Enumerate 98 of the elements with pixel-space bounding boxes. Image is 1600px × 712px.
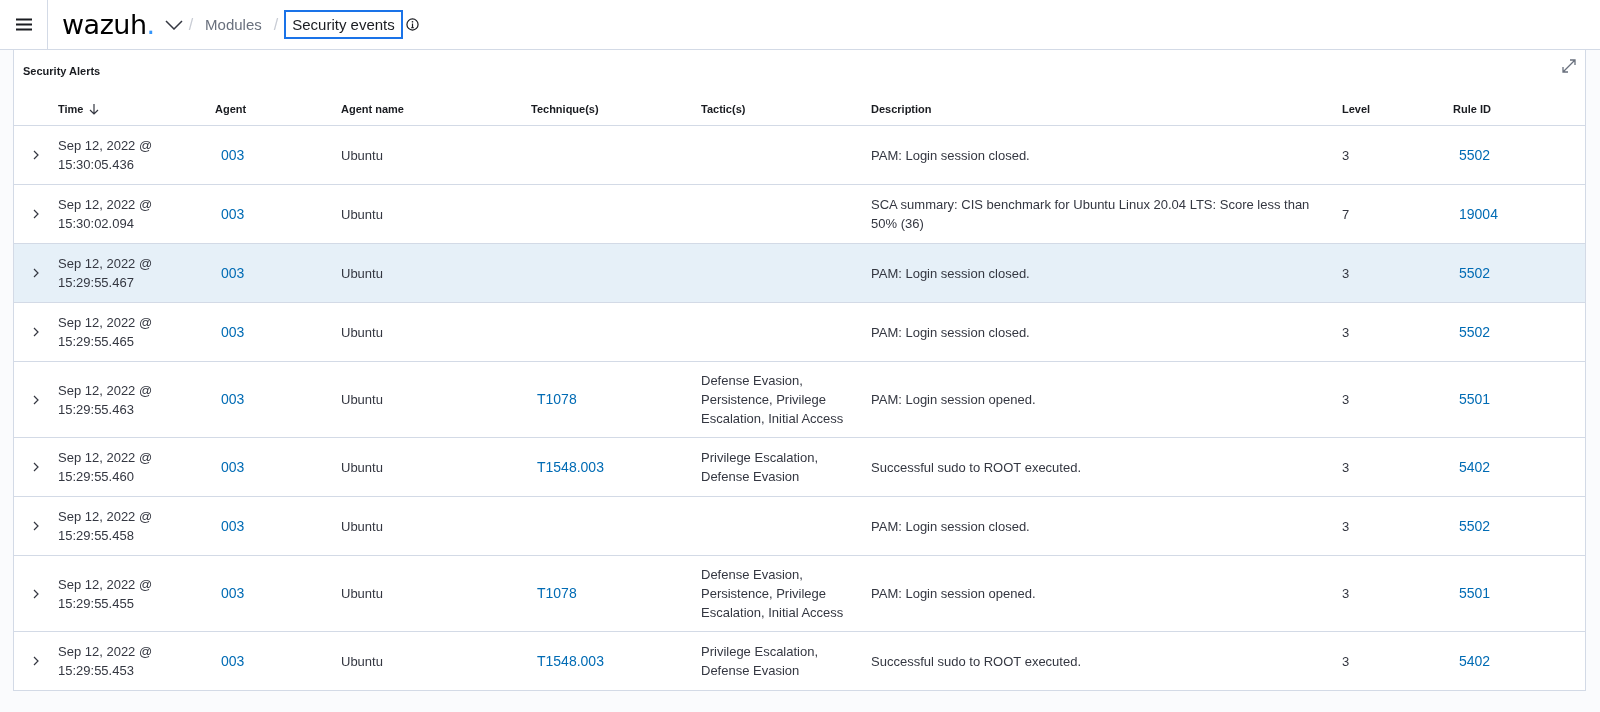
table-row[interactable]: Sep 12, 2022 @ 15:29:55.467 003 Ubuntu PAM: Login session closed. 3 5502 (14, 244, 1585, 303)
table-cell-text: 3 (1342, 517, 1350, 536)
chevron-right-icon[interactable] (33, 462, 39, 472)
table-cell-text: 3 (1342, 391, 1350, 409)
table-cell-text: 7 (1342, 205, 1350, 224)
chevron-right-icon[interactable] (33, 394, 39, 405)
chevron-right-icon[interactable] (33, 521, 39, 531)
table-row[interactable]: Sep 12, 2022 @ 15:29:55.455 003 Ubuntu T1078 Defense Evasion, Persistence, Privilege Escalation, Initial Access PAM: Login session opened. 3 5501 (14, 556, 1585, 632)
agent-link[interactable]: 003 (215, 457, 245, 477)
technique-link[interactable]: T1548.003 (531, 651, 604, 671)
breadcrumb-item[interactable]: Security events (284, 10, 403, 39)
column-header[interactable]: Level (1342, 87, 1453, 126)
table-cell-text: Defense Evasion, Persistence, Privilege Escalation, Initial Access (701, 372, 845, 428)
table-cell-text: 3 (1342, 323, 1350, 342)
info-icon[interactable] (405, 18, 419, 31)
agent-link[interactable]: 003 (215, 516, 245, 536)
column-header[interactable]: Agent (215, 87, 341, 126)
table-cell-text: 3 (1342, 146, 1350, 165)
column-header[interactable]: Description (871, 87, 1342, 126)
breadcrumb-item[interactable]: Modules (199, 12, 268, 37)
rule-id-link[interactable]: 5501 (1453, 390, 1491, 409)
agent-link[interactable]: 003 (215, 145, 245, 165)
chevron-right-icon[interactable] (33, 209, 39, 219)
table-row[interactable]: Sep 12, 2022 @ 15:29:55.458 003 Ubuntu PAM: Login session closed. 3 5502 (14, 497, 1585, 556)
table-row[interactable]: Sep 12, 2022 @ 15:29:55.465 003 Ubuntu PAM: Login session closed. 3 5502 (14, 303, 1585, 362)
table-cell-text: Sep 12, 2022 @ 15:29:55.465 (58, 314, 153, 351)
sort-down-icon (89, 103, 100, 115)
rule-id-link[interactable]: 19004 (1453, 204, 1498, 224)
table-cell-text: PAM: Login session closed. (871, 517, 1030, 536)
table-cell-text: Ubuntu (341, 585, 383, 603)
table-cell-text: Privilege Escalation, Defense Evasion (701, 643, 820, 680)
rule-id-link[interactable]: 5502 (1453, 516, 1491, 536)
table-cell-text: Ubuntu (341, 146, 383, 165)
table-cell-text: 3 (1342, 585, 1350, 603)
agent-link[interactable]: 003 (215, 651, 245, 671)
column-header[interactable]: Rule ID (1453, 87, 1585, 126)
agent-link[interactable]: 003 (215, 390, 245, 409)
chevron-right-icon[interactable] (33, 268, 39, 278)
table-row[interactable]: Sep 12, 2022 @ 15:30:05.436 003 Ubuntu PAM: Login session closed. 3 5502 (14, 126, 1585, 185)
table-cell-text: Sep 12, 2022 @ 15:29:55.458 (58, 508, 153, 545)
chevron-right-icon[interactable] (33, 656, 39, 666)
chevron-right-icon[interactable] (33, 588, 39, 599)
agent-link[interactable]: 003 (215, 322, 245, 342)
chevron-down-icon[interactable] (164, 19, 183, 30)
table-cell-text: Sep 12, 2022 @ 15:29:55.453 (58, 643, 153, 680)
rule-id-link[interactable]: 5402 (1453, 651, 1491, 671)
rule-id-link[interactable]: 5502 (1453, 145, 1491, 165)
table-cell-text: Ubuntu (341, 264, 383, 283)
table-row[interactable]: Sep 12, 2022 @ 15:29:55.453 003 Ubuntu T1548.003 Privilege Escalation, Defense Evasion Successful sudo to ROOT executed. 3 5402 (14, 632, 1585, 691)
table-cell-text: Ubuntu (341, 652, 383, 671)
agent-link[interactable]: 003 (215, 263, 245, 283)
table-cell-text: PAM: Login session closed. (871, 323, 1030, 342)
table-cell-text: 3 (1342, 458, 1350, 477)
table-cell-text: Sep 12, 2022 @ 15:30:05.436 (58, 137, 153, 174)
table-cell-text: Sep 12, 2022 @ 15:29:55.455 (58, 575, 153, 613)
rule-id-link[interactable]: 5502 (1453, 263, 1491, 283)
table-row[interactable]: Sep 12, 2022 @ 15:29:55.463 003 Ubuntu T1078 Defense Evasion, Persistence, Privilege Escalation, Initial Access PAM: Login session opened. 3 5501 (14, 362, 1585, 438)
table-cell-text: Sep 12, 2022 @ 15:30:02.094 (58, 196, 153, 233)
table-cell-text: PAM: Login session opened. (871, 585, 1036, 603)
table-cell-text: Sep 12, 2022 @ 15:29:55.463 (58, 381, 153, 419)
table-cell-text: Ubuntu (341, 517, 383, 536)
table-cell-text: 3 (1342, 264, 1350, 283)
chevron-right-icon[interactable] (33, 327, 39, 337)
column-header[interactable]: Time (58, 87, 215, 126)
rule-id-link[interactable]: 5402 (1453, 457, 1491, 477)
table-cell-text: Ubuntu (341, 391, 383, 409)
technique-link[interactable]: T1078 (531, 390, 577, 409)
rule-id-link[interactable]: 5502 (1453, 322, 1491, 342)
table-cell-text: Successful sudo to ROOT executed. (871, 652, 1082, 671)
table-cell-text: Ubuntu (341, 458, 383, 477)
table-cell-text: Sep 12, 2022 @ 15:29:55.460 (58, 449, 153, 486)
column-header[interactable]: Tactic(s) (701, 87, 871, 126)
table-cell-text: Ubuntu (341, 323, 383, 342)
table-cell-text: PAM: Login session closed. (871, 146, 1030, 165)
technique-link[interactable]: T1078 (531, 584, 577, 603)
table-cell-text: Privilege Escalation, Defense Evasion (701, 449, 820, 486)
technique-link[interactable]: T1548.003 (531, 457, 604, 477)
expand-icon[interactable] (1561, 58, 1577, 74)
agent-link[interactable]: 003 (215, 204, 245, 224)
table-cell-text: PAM: Login session closed. (871, 264, 1030, 283)
table-cell-text: Defense Evasion, Persistence, Privilege Escalation, Initial Access (701, 566, 845, 622)
chevron-right-icon[interactable] (33, 150, 39, 160)
table-row[interactable]: Sep 12, 2022 @ 15:29:55.460 003 Ubuntu T1548.003 Privilege Escalation, Defense Evasion Successful sudo to ROOT executed. 3 5402 (14, 438, 1585, 497)
wazuh-logo[interactable]: wazuh. (62, 9, 155, 40)
agent-link[interactable]: 003 (215, 584, 245, 603)
breadcrumb-separator: / (273, 15, 279, 34)
column-header[interactable]: Technique(s) (531, 87, 701, 126)
panel-title: Security Alerts (22, 64, 102, 79)
menu-icon[interactable] (15, 18, 32, 31)
table-cell-text: Successful sudo to ROOT executed. (871, 458, 1082, 477)
column-header[interactable]: Agent name (341, 87, 531, 126)
breadcrumb-separator: / (188, 15, 194, 34)
rule-id-link[interactable]: 5501 (1453, 584, 1491, 603)
table-cell-text: Sep 12, 2022 @ 15:29:55.467 (58, 255, 153, 292)
table-cell-text: SCA summary: CIS benchmark for Ubuntu Linux 20.04 LTS: Score less than 50% (36) (871, 196, 1311, 233)
table-cell-text: Ubuntu (341, 205, 383, 224)
table-cell-text: 3 (1342, 652, 1350, 671)
table-cell-text: PAM: Login session opened. (871, 391, 1036, 409)
